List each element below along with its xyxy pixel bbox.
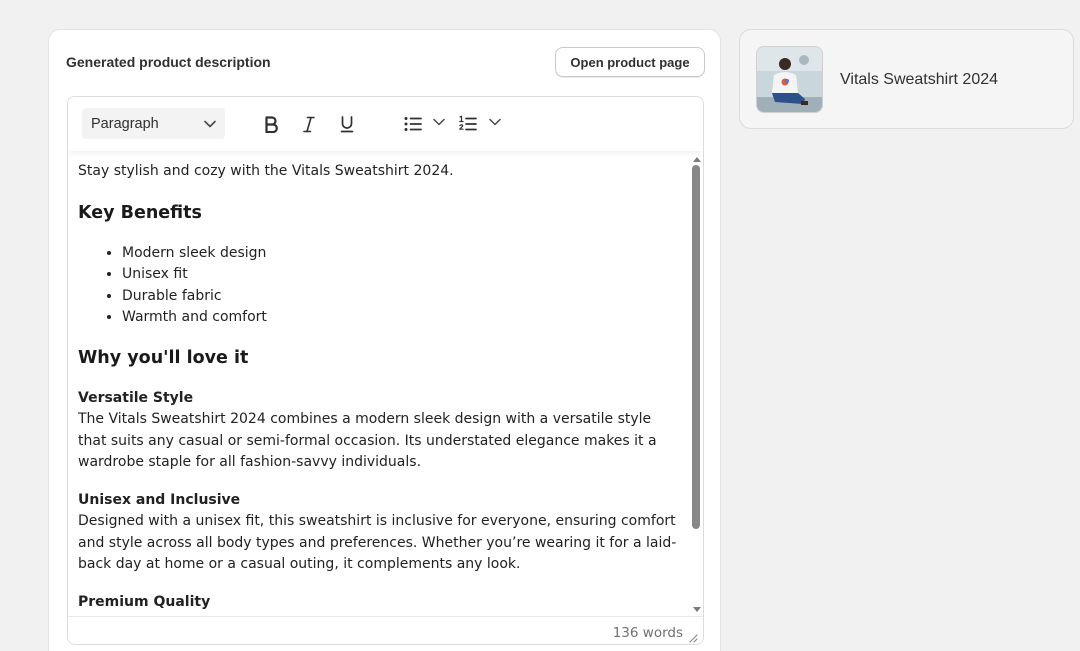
bullet-list-icon[interactable] [400, 111, 426, 137]
heading-key-benefits: Key Benefits [78, 202, 202, 223]
benefits-list: Modern sleek design Unisex fit Durable f… [78, 243, 690, 329]
card-title: Generated product description [66, 54, 271, 70]
section-body-unisex: Designed with a unisex fit, this sweatsh… [78, 513, 677, 572]
block-format-value: Paragraph [91, 115, 159, 132]
chevron-down-icon [203, 117, 217, 135]
word-count: 136 words [612, 625, 683, 641]
rich-text-editor: Paragraph Stay stylish and cozy with the… [67, 96, 704, 645]
numbered-list-icon[interactable] [455, 111, 481, 137]
product-name[interactable]: Vitals Sweatshirt 2024 [840, 71, 998, 89]
intro-paragraph: Stay stylish and cozy with the Vitals Sw… [78, 163, 454, 179]
product-thumbnail[interactable] [756, 46, 823, 113]
resize-handle-icon[interactable] [688, 630, 698, 644]
section-title-premium: Premium Quality [78, 593, 211, 610]
open-product-page-button[interactable]: Open product page [555, 47, 705, 77]
block-format-select[interactable]: Paragraph [82, 108, 225, 139]
underline-icon[interactable] [334, 111, 360, 137]
heading-why-love: Why you'll love it [78, 347, 249, 368]
bold-icon[interactable] [258, 111, 284, 137]
editor-scrollbar[interactable] [690, 151, 703, 616]
editor-footer: 136 words [68, 616, 703, 644]
numbered-list-chevron-icon[interactable] [488, 115, 502, 134]
bullet-list-chevron-icon[interactable] [432, 115, 446, 134]
scrollbar-thumb[interactable] [692, 165, 700, 529]
list-item: Warmth and comfort [122, 307, 690, 329]
editor-toolbar: Paragraph [68, 97, 703, 151]
list-item: Durable fabric [122, 286, 690, 308]
italic-icon[interactable] [296, 111, 322, 137]
list-item: Unisex fit [122, 264, 690, 286]
editor-content[interactable]: Stay stylish and cozy with the Vitals Sw… [68, 151, 690, 616]
list-item: Modern sleek design [122, 243, 690, 265]
section-title-unisex: Unisex and Inclusive [78, 491, 241, 508]
section-body-versatile: The Vitals Sweatshirt 2024 combines a mo… [78, 411, 657, 470]
section-title-versatile: Versatile Style [78, 389, 194, 406]
description-card: Generated product description Open produ… [48, 29, 721, 651]
product-card: Vitals Sweatshirt 2024 [739, 29, 1074, 129]
